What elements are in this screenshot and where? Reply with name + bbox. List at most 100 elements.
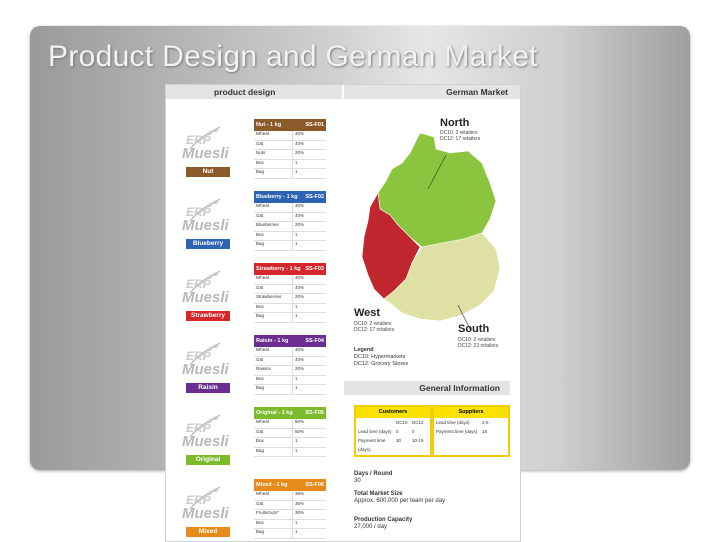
product-card: ERP Muesli Strawberry Strawberry - 1 kg … (166, 263, 342, 333)
spec-table: Blueberry - 1 kg SS-F02 Wheat 40% Oat 40… (254, 191, 326, 251)
logo-muesli-text: Muesli (182, 361, 229, 378)
spec-row: Box 1 (254, 375, 326, 386)
customers-row-dc10: 0 (396, 429, 399, 434)
spec-header-title: Mixed - 1 kg (256, 482, 288, 488)
spec-header-code: SS-F03 (305, 266, 324, 272)
spec-amount: 40% (292, 212, 304, 222)
market-size-block: Total Market Size Approx. 600,000 per te… (354, 491, 445, 505)
legend-line1: DC10: Hypermarkets (354, 354, 406, 360)
product-card: ERP Muesli Raisin Raisin - 1 kg SS-F04 W… (166, 335, 342, 405)
spec-ingredient: Wheat (256, 275, 270, 280)
spec-amount: 1 (292, 447, 298, 457)
spec-row: Box 1 (254, 231, 326, 242)
capacity-label: Production Capacity (354, 517, 413, 523)
spec-row: Oat 50% (254, 428, 326, 439)
spec-amount: 20% (292, 222, 304, 231)
slide-title: Product Design and German Market (48, 40, 538, 73)
legend-line2: DC12: Grocery Stores (354, 361, 409, 367)
spec-row: Blueberries 20% (254, 222, 326, 232)
spec-ingredient: Blueberries (256, 222, 279, 228)
region-west-title: West (354, 307, 381, 319)
spec-header: Strawberry - 1 kg SS-F03 (254, 263, 326, 275)
variant-label: Blueberry (186, 239, 230, 249)
variant-label: Original (186, 455, 230, 465)
spec-row: Wheat 40% (254, 347, 326, 357)
suppliers-box: Suppliers Lead time (days) 2-5 Payment t… (432, 405, 510, 457)
spec-ingredient: Wheat (256, 491, 270, 496)
erp-muesli-logo: ERP Muesli Blueberry (176, 197, 234, 255)
region-north-line2: DC12: 17 retailers (440, 136, 481, 142)
spec-row: Oat 40% (254, 212, 326, 223)
spec-amount: 1 (292, 313, 298, 322)
spec-amount: 30% (292, 510, 304, 519)
spec-header-code: SS-F02 (305, 194, 324, 200)
spec-header: Raisin - 1 kg SS-F04 (254, 335, 326, 347)
spec-amount: 1 (292, 529, 298, 538)
spec-header-code: SS-F04 (305, 338, 324, 344)
spec-row: Wheat 40% (254, 131, 326, 141)
spec-row: Fruits/nuts* 30% (254, 510, 326, 520)
spec-row: Bag 1 (254, 313, 326, 323)
spec-header-code: SS-F01 (305, 122, 324, 128)
general-information-header: General Information (344, 381, 510, 395)
customers-row-dc12: 0 (412, 429, 415, 434)
customers-row-label: Lead time (days) (358, 429, 392, 434)
spec-row: Oat 35% (254, 500, 326, 511)
product-card: ERP Muesli Original Original - 1 kg SS-F… (166, 407, 342, 477)
spec-ingredient: Box (256, 303, 264, 309)
embedded-document: product design ERP Muesli Nut Nut - 1 kg… (165, 84, 521, 542)
spec-amount: 40% (292, 284, 304, 294)
german-market-column: German Market North DC10: 2 retailers DC… (344, 85, 520, 541)
spec-row: Wheat 35% (254, 491, 326, 501)
erp-muesli-logo: ERP Muesli Raisin (176, 341, 234, 399)
logo-muesli-text: Muesli (182, 433, 229, 450)
suppliers-row: Lead time (days) 2-5 (434, 418, 508, 427)
spec-ingredient: Oat (256, 500, 264, 506)
map-legend: Legend DC10: Hypermarkets DC12: Grocery … (354, 347, 408, 368)
spec-row: Oat 40% (254, 356, 326, 367)
spec-ingredient: Wheat (256, 419, 270, 424)
spec-ingredient: Oat (256, 356, 264, 362)
product-design-column: product design ERP Muesli Nut Nut - 1 kg… (166, 85, 342, 541)
spec-ingredient: Bag (256, 529, 265, 535)
spec-header-code: SS-F06 (305, 482, 324, 488)
spec-ingredient: Raisins (256, 366, 271, 372)
spec-header: Blueberry - 1 kg SS-F02 (254, 191, 326, 203)
spec-amount: 40% (292, 203, 304, 212)
days-round-value: 30 (354, 478, 361, 484)
germany-map (361, 132, 501, 329)
capacity-value: 27,000 / day (354, 524, 388, 530)
logo-muesli-text: Muesli (182, 217, 229, 234)
customers-box: Customers DC10 DC12 Lead time (days) 0 0… (354, 405, 432, 457)
market-size-label: Total Market Size (354, 491, 403, 497)
spec-amount: 1 (292, 303, 298, 313)
spec-header: Original - 1 kg SS-F05 (254, 407, 326, 419)
spec-table: Mixed - 1 kg SS-F06 Wheat 35% Oat 35% Fr… (254, 479, 326, 539)
suppliers-row-label: Lead time (days) (436, 420, 470, 425)
legend-title: Legend (354, 347, 374, 353)
spec-header-code: SS-F05 (305, 410, 324, 416)
spec-ingredient: Wheat (256, 347, 270, 352)
spec-ingredient: Bag (256, 447, 265, 453)
german-market-header: German Market (344, 85, 520, 99)
spec-row: Bag 1 (254, 529, 326, 539)
spec-ingredient: Box (256, 159, 264, 165)
spec-amount: 40% (292, 347, 304, 356)
spec-amount: 1 (292, 438, 298, 447)
spec-amount: 20% (292, 294, 304, 303)
spec-amount: 40% (292, 275, 304, 284)
spec-table: Nut - 1 kg SS-F01 Wheat 40% Oat 40% Nuts… (254, 119, 326, 179)
spec-ingredient: Bag (256, 169, 265, 175)
suppliers-row: Payment time (days) 15 (434, 427, 508, 436)
spec-ingredient: Box (256, 375, 264, 381)
spec-row: Wheat 40% (254, 203, 326, 213)
spec-ingredient: Fruits/nuts* (256, 510, 279, 516)
erp-muesli-logo: ERP Muesli Strawberry (176, 269, 234, 327)
spec-row: Bag 1 (254, 169, 326, 179)
spec-row: Box 1 (254, 303, 326, 314)
customers-row-dc12: 10-15 (412, 438, 424, 443)
customers-row: Payment time (days) 30 10-15 (356, 436, 430, 452)
days-round-block: Days / Round 30 (354, 471, 392, 485)
spec-ingredient: Box (256, 231, 264, 237)
spec-ingredient: Oat (256, 212, 264, 218)
